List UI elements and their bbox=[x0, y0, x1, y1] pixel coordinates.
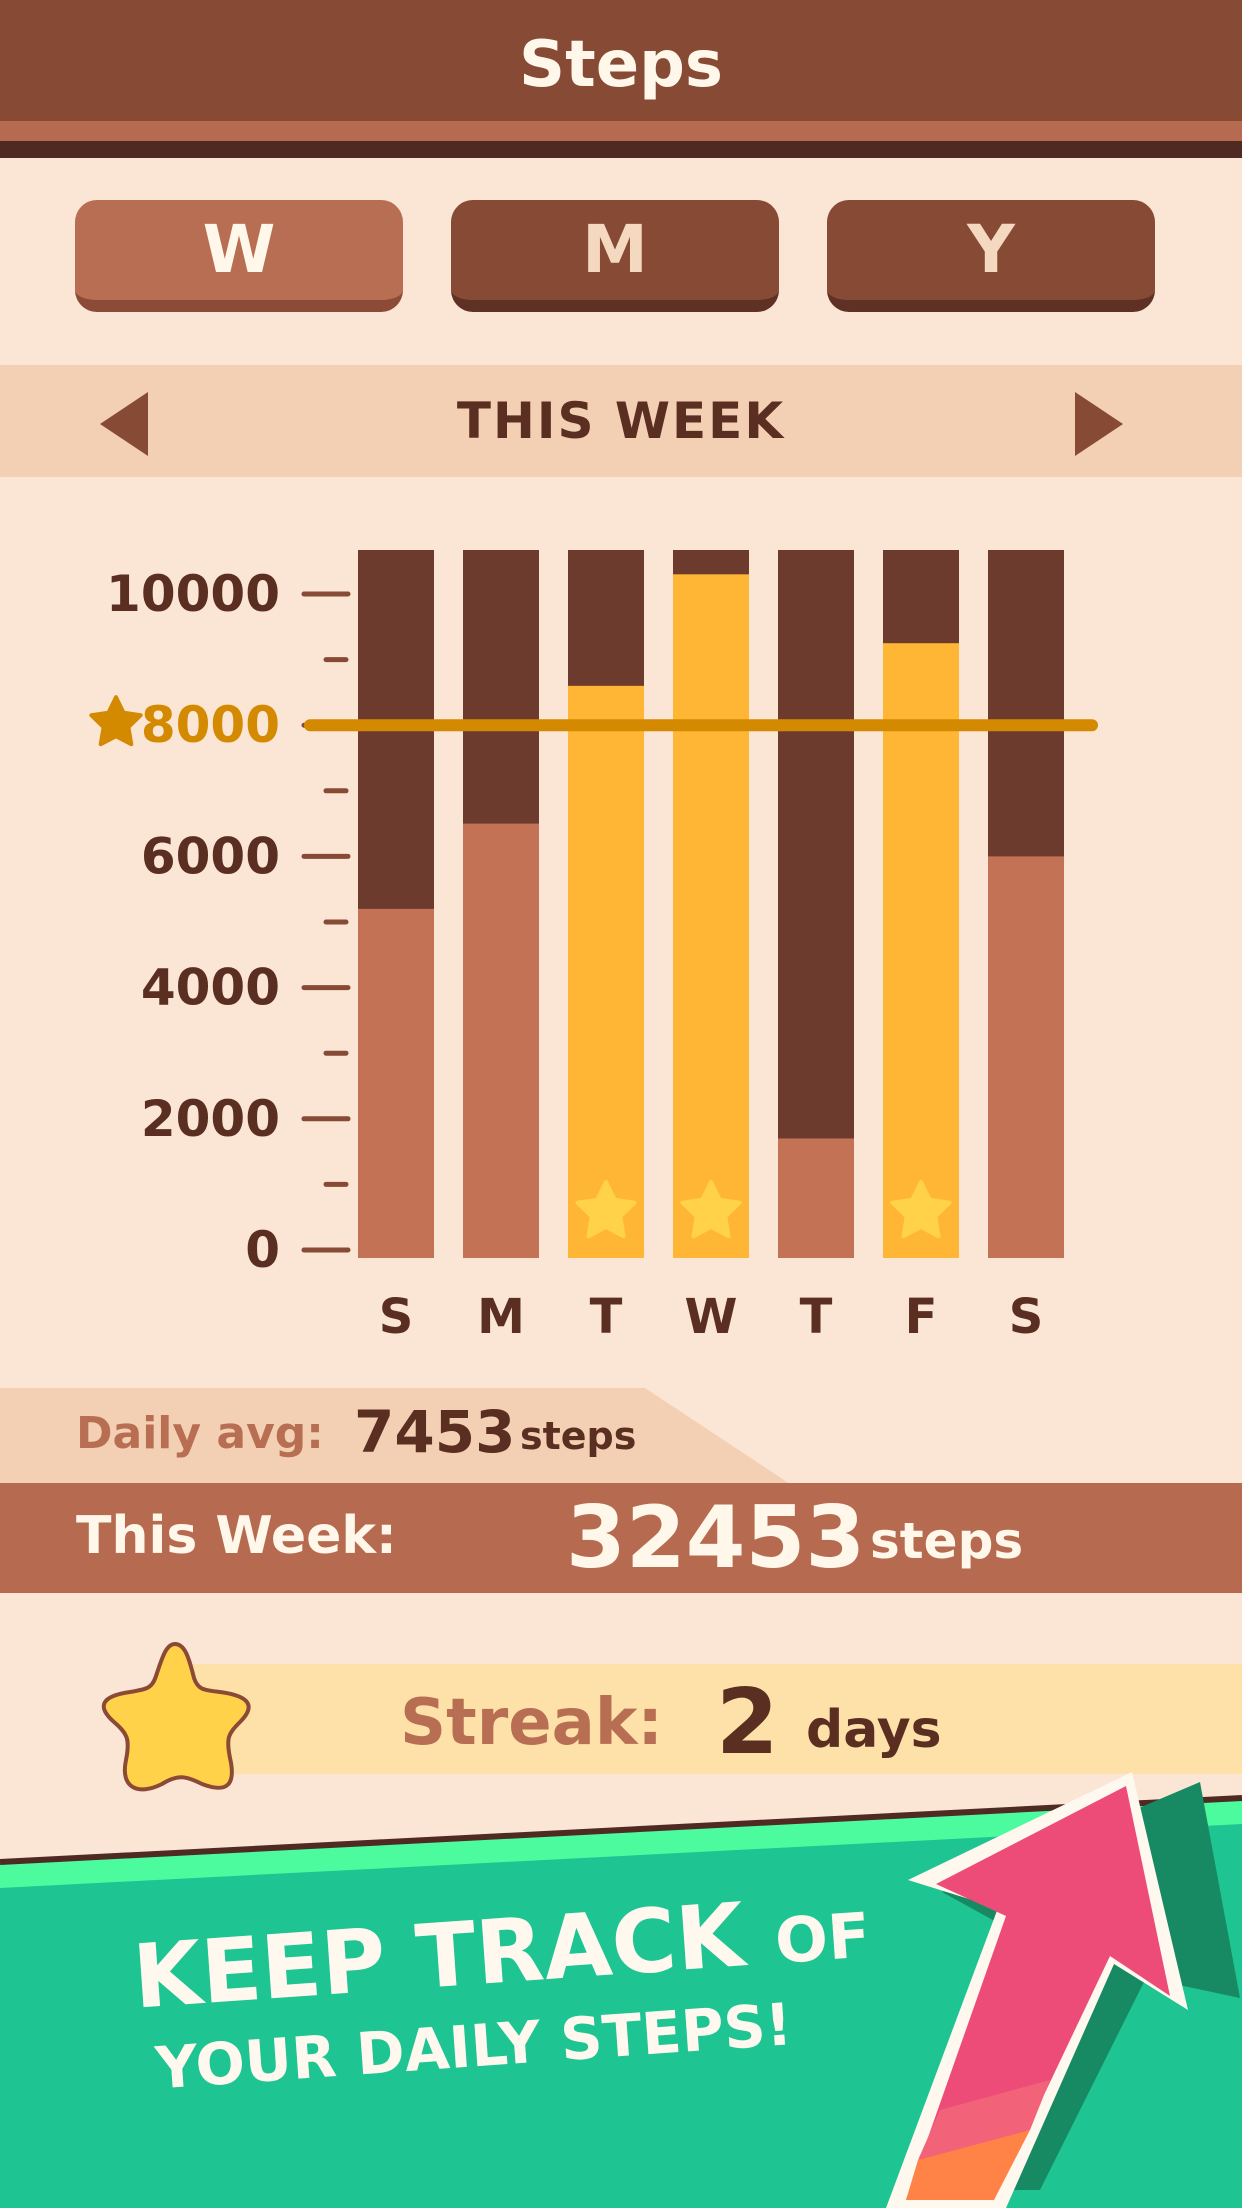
bar bbox=[988, 856, 1064, 1258]
up-arrow-icon bbox=[886, 1772, 1240, 2208]
y-tick-label: 2000 bbox=[141, 1090, 280, 1148]
previous-period-icon[interactable] bbox=[100, 392, 148, 456]
weekly-total-unit: steps bbox=[870, 1512, 1024, 1570]
app-header: Steps bbox=[0, 0, 1242, 158]
period-label: THIS WEEK bbox=[456, 392, 786, 450]
header-edge bbox=[0, 141, 1242, 158]
header-stripe bbox=[0, 121, 1242, 141]
bar bbox=[358, 908, 434, 1258]
weekly-total-value: 32453 bbox=[566, 1488, 866, 1588]
x-tick-label: M bbox=[477, 1289, 525, 1345]
goal-star-icon bbox=[89, 695, 143, 747]
bar bbox=[463, 823, 539, 1258]
y-tick-label: 8000 bbox=[141, 696, 280, 754]
x-tick-label: T bbox=[800, 1289, 833, 1345]
streak-label: Streak: bbox=[400, 1686, 663, 1760]
x-tick-label: T bbox=[590, 1289, 623, 1345]
bar bbox=[883, 643, 959, 1258]
tab-month[interactable]: M bbox=[451, 200, 779, 312]
daily-average-label: Daily avg: bbox=[76, 1408, 324, 1459]
bar bbox=[778, 1138, 854, 1258]
x-tick-label: S bbox=[1009, 1289, 1044, 1345]
tab-year[interactable]: Y bbox=[827, 200, 1155, 312]
page-title: Steps bbox=[519, 28, 723, 102]
weekly-total-label: This Week: bbox=[76, 1506, 397, 1566]
x-tick-label: F bbox=[905, 1289, 938, 1345]
daily-average-unit: steps bbox=[520, 1414, 637, 1458]
streak-value: 2 bbox=[716, 1670, 779, 1775]
x-tick-label: S bbox=[379, 1289, 414, 1345]
y-tick-label: 0 bbox=[245, 1221, 280, 1279]
y-tick-label: 4000 bbox=[141, 959, 280, 1017]
bar bbox=[568, 685, 644, 1258]
streak-star-icon bbox=[101, 1641, 251, 1792]
daily-average-value: 7453 bbox=[354, 1398, 516, 1466]
y-tick-label: 6000 bbox=[141, 827, 280, 885]
promo-line-1-small: OF bbox=[772, 1898, 873, 1978]
x-tick-label: W bbox=[685, 1289, 738, 1345]
y-tick-label: 10000 bbox=[106, 565, 280, 623]
period-navigator: THIS WEEK bbox=[0, 365, 1242, 477]
bar bbox=[673, 574, 749, 1258]
next-period-icon[interactable] bbox=[1075, 392, 1123, 456]
steps-bar-chart: 0 2000 4000 6000 8000 10000 S M T W T F S bbox=[89, 550, 1098, 1345]
tab-week[interactable]: W bbox=[75, 200, 403, 312]
